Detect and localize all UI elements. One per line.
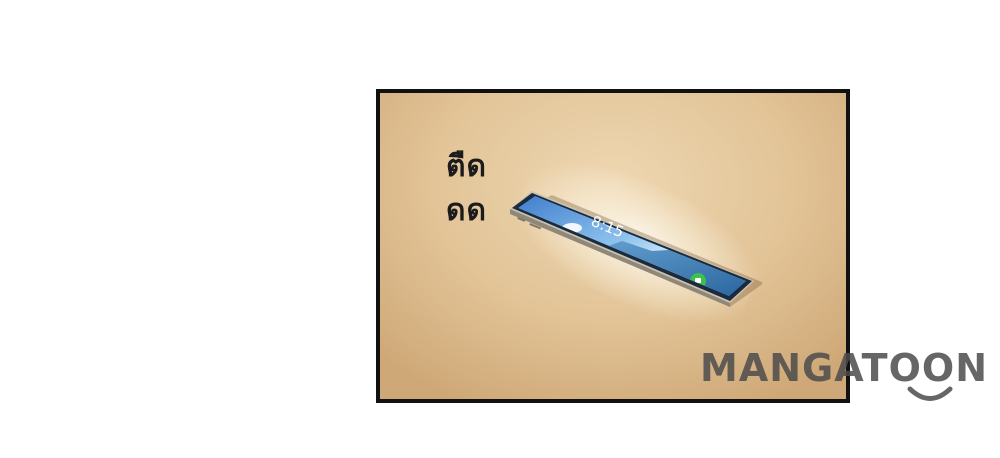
sound-effect-text: ตืด ดด: [446, 145, 487, 233]
mangatoon-watermark: MANGATOON: [700, 346, 989, 390]
watermark-smile-icon: [907, 386, 953, 401]
smartphone: 8:15: [510, 191, 762, 307]
smartphone-illustration: 8:15: [498, 135, 776, 351]
sound-effect-line-2: ดด: [446, 193, 487, 228]
sound-effect-line-1: ตืด: [446, 149, 487, 184]
